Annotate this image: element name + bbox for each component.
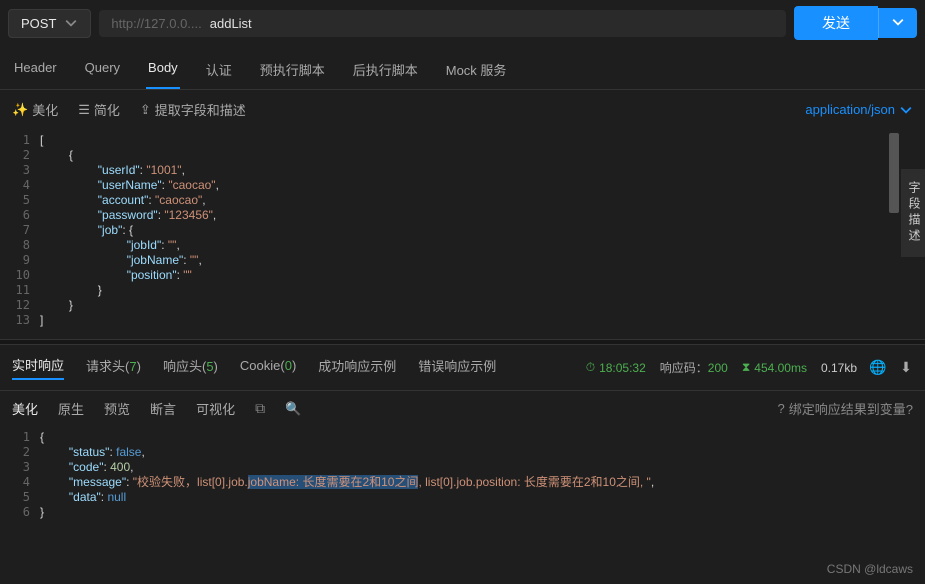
tab-header[interactable]: Header xyxy=(12,54,59,89)
view-tab-preview[interactable]: 预览 xyxy=(104,399,130,418)
globe-icon[interactable]: 🌐 xyxy=(871,361,885,375)
status-code: 200 xyxy=(708,361,728,375)
tab-prescript[interactable]: 预执行脚本 xyxy=(258,54,327,89)
tab-auth[interactable]: 认证 xyxy=(204,54,234,89)
copy-icon[interactable]: ⧉ xyxy=(255,400,265,417)
watermark: CSDN @ldcaws xyxy=(827,562,913,576)
field-desc-toggle[interactable]: 字段描述 xyxy=(901,169,925,257)
response-time: ⏱18:05:32 xyxy=(586,360,646,375)
resp-tab-error-ex[interactable]: 错误响应示例 xyxy=(418,356,496,379)
http-method-select[interactable]: POST xyxy=(8,9,91,38)
resp-tab-realtime[interactable]: 实时响应 xyxy=(12,355,64,380)
resp-tab-respheader[interactable]: 响应头(5) xyxy=(163,356,218,379)
view-tab-assert[interactable]: 断言 xyxy=(150,399,176,418)
body-code[interactable]: [ { "userId": "1001", "userName": "caoca… xyxy=(40,129,925,339)
response-size: 0.17kb xyxy=(821,361,857,375)
search-icon[interactable]: 🔍 xyxy=(285,401,301,417)
list-icon: ☰ xyxy=(78,102,90,118)
method-label: POST xyxy=(21,16,56,31)
status-code-label: 响应码： xyxy=(660,361,708,375)
chevron-down-icon xyxy=(899,103,913,117)
beautify-button[interactable]: ✨美化 xyxy=(12,100,58,119)
bind-variable-link[interactable]: ?绑定响应结果到变量? xyxy=(778,399,913,418)
clock-icon: ⏱ xyxy=(586,360,595,375)
body-editor[interactable]: 12345678910111213 [ { "userId": "1001", … xyxy=(0,129,925,339)
response-editor[interactable]: 123456 { "status": false, "code": 400, "… xyxy=(0,426,925,546)
simplify-button[interactable]: ☰简化 xyxy=(78,100,120,119)
resp-tab-success-ex[interactable]: 成功响应示例 xyxy=(318,356,396,379)
tab-mock[interactable]: Mock 服务 xyxy=(444,54,509,89)
request-tabs: Header Query Body 认证 预执行脚本 后执行脚本 Mock 服务 xyxy=(0,46,925,90)
send-button[interactable]: 发送 xyxy=(794,6,878,40)
chevron-down-icon xyxy=(64,16,78,30)
extract-button[interactable]: ⇪提取字段和描述 xyxy=(140,100,246,119)
view-tab-visual[interactable]: 可视化 xyxy=(196,399,235,418)
tab-postscript[interactable]: 后执行脚本 xyxy=(351,54,420,89)
view-tab-raw[interactable]: 原生 xyxy=(58,399,84,418)
hourglass-icon: ⧗ xyxy=(742,360,750,375)
resp-code[interactable]: { "status": false, "code": 400, "message… xyxy=(40,426,925,546)
resp-tab-reqheader[interactable]: 请求头(7) xyxy=(86,356,141,379)
tab-query[interactable]: Query xyxy=(83,54,122,89)
send-dropdown[interactable] xyxy=(878,8,917,38)
scrollbar[interactable] xyxy=(889,133,899,213)
url-input[interactable]: http://127.0.0.... addList xyxy=(99,10,786,37)
view-tab-beautify[interactable]: 美化 xyxy=(12,399,38,418)
help-icon: ? xyxy=(778,401,785,416)
resp-tab-cookie[interactable]: Cookie(0) xyxy=(240,358,296,377)
url-path: addList xyxy=(210,16,252,31)
response-duration: ⧗454.00ms xyxy=(742,360,807,375)
content-type-select[interactable]: application/json xyxy=(805,102,913,117)
chevron-down-icon xyxy=(891,15,905,29)
sparkle-icon: ✨ xyxy=(12,102,28,118)
line-gutter: 12345678910111213 xyxy=(0,129,40,339)
tab-body[interactable]: Body xyxy=(146,54,180,89)
url-host: http://127.0.0.... xyxy=(111,16,201,31)
upload-icon: ⇪ xyxy=(140,102,151,118)
download-icon[interactable]: ⬇ xyxy=(899,361,913,375)
resp-gutter: 123456 xyxy=(0,426,40,546)
